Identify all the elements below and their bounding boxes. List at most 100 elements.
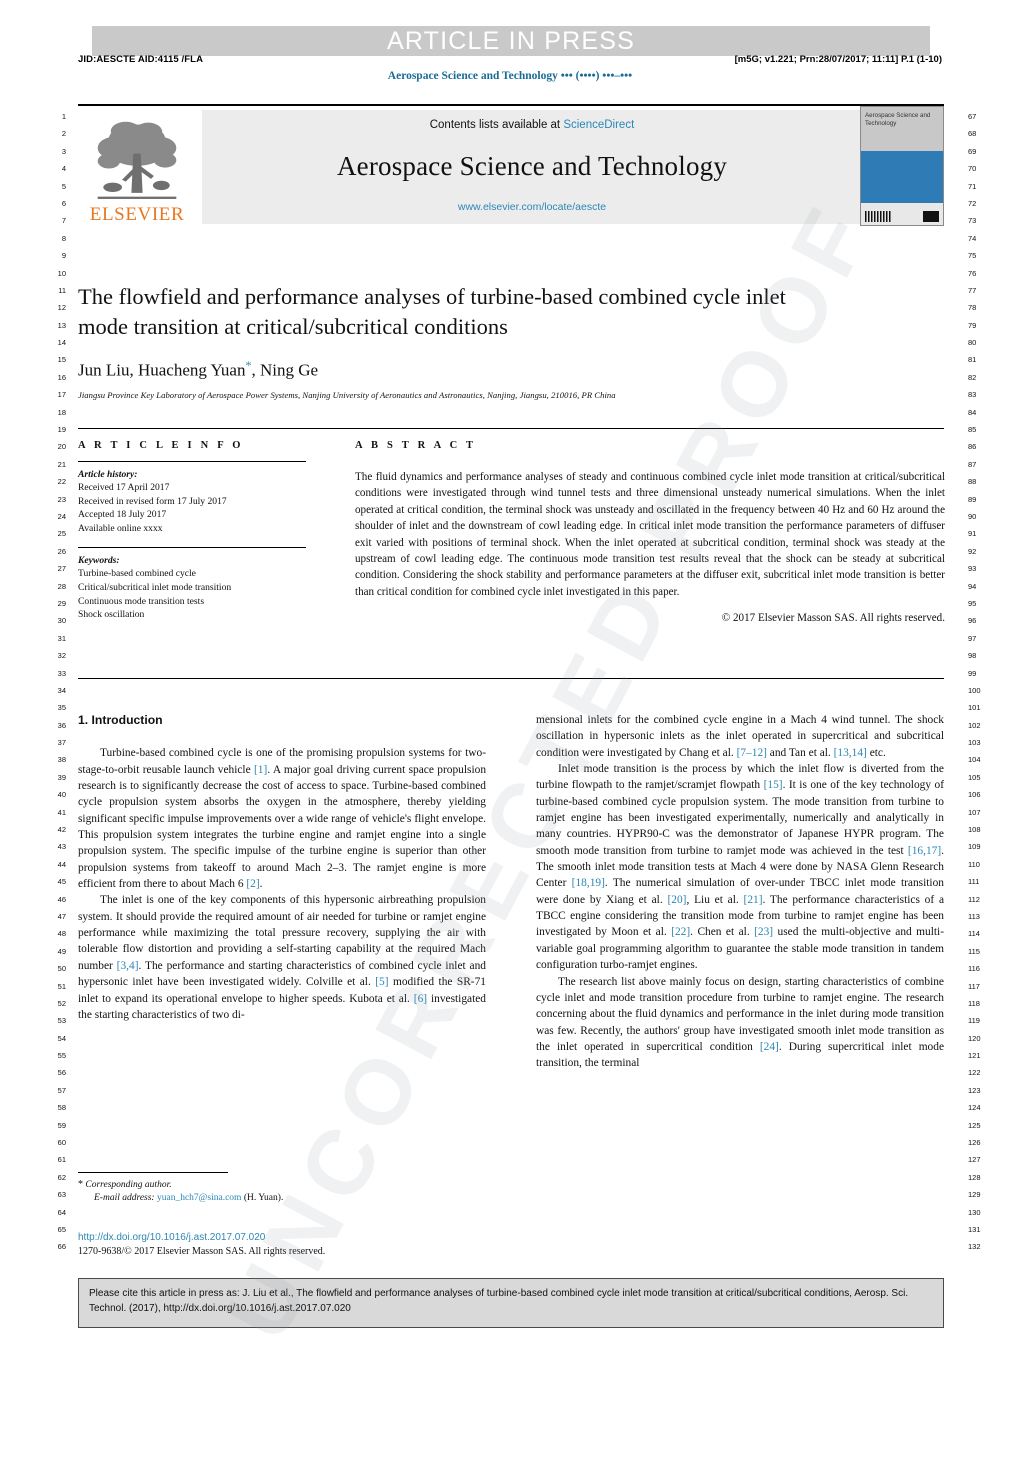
masthead-top-rule bbox=[78, 104, 944, 106]
citation-ref[interactable]: [16,17] bbox=[908, 845, 941, 857]
line-number: 51 bbox=[57, 981, 66, 991]
line-number: 76 bbox=[968, 268, 977, 278]
citation-ref[interactable]: [3,4] bbox=[117, 960, 139, 972]
line-number: 97 bbox=[968, 633, 977, 643]
line-number: 92 bbox=[968, 546, 977, 556]
line-number: 127 bbox=[968, 1155, 981, 1165]
author-names-tail: , Ning Ge bbox=[251, 360, 319, 380]
line-number: 90 bbox=[968, 511, 977, 521]
citation-ref[interactable]: [20] bbox=[667, 894, 686, 906]
doi-link[interactable]: http://dx.doi.org/10.1016/j.ast.2017.07.… bbox=[78, 1232, 265, 1243]
line-number: 88 bbox=[968, 477, 977, 487]
line-numbers-right: 67 68 69 70 71 72 73 74 75 76 77 78 79 80 81 82 83 84 85 86… bbox=[968, 108, 988, 1256]
line-number: 15 bbox=[57, 355, 66, 365]
line-number: 37 bbox=[57, 738, 66, 748]
line-number: 5 bbox=[61, 181, 66, 191]
line-number: 72 bbox=[968, 198, 977, 208]
keyword-item: Turbine-based combined cycle bbox=[78, 568, 196, 580]
article-in-press-label: ARTICLE IN PRESS bbox=[387, 26, 635, 55]
line-number: 77 bbox=[968, 285, 977, 295]
line-number: 110 bbox=[968, 859, 980, 869]
line-number: 84 bbox=[968, 407, 977, 417]
cover-footer-band bbox=[861, 203, 943, 225]
line-number: 114 bbox=[968, 929, 980, 939]
elsevier-tree-icon bbox=[97, 121, 177, 199]
line-number: 63 bbox=[57, 1190, 66, 1200]
line-number: 64 bbox=[57, 1207, 66, 1217]
author-list: Jun Liu, Huacheng Yuan*, Ning Ge bbox=[78, 358, 944, 381]
body-paragraph: Inlet mode transition is the process by … bbox=[536, 761, 944, 973]
citation-ref[interactable]: [7–12] bbox=[737, 747, 767, 759]
author-email-link[interactable]: yuan_hch7@sina.com bbox=[157, 1193, 241, 1203]
paragraph-text: etc. bbox=[866, 746, 886, 759]
elsevier-logo: ELSEVIER bbox=[78, 110, 196, 226]
cover-logo-block bbox=[923, 211, 939, 222]
line-number: 44 bbox=[57, 859, 66, 869]
line-number: 118 bbox=[968, 998, 980, 1008]
article-in-press-banner: ARTICLE IN PRESS bbox=[92, 26, 930, 56]
corresponding-author-note: * Corresponding author. bbox=[78, 1178, 498, 1192]
abstract-text: The fluid dynamics and performance analy… bbox=[355, 471, 945, 598]
line-number: 108 bbox=[968, 825, 981, 835]
journal-cover-thumbnail: Aerospace Science and Technology bbox=[860, 106, 944, 226]
line-number: 7 bbox=[61, 216, 66, 226]
citation-ref[interactable]: [6] bbox=[414, 993, 427, 1005]
line-number: 41 bbox=[57, 807, 66, 817]
article-info-heading: A R T I C L E I N F O bbox=[78, 440, 244, 451]
line-number: 52 bbox=[57, 998, 66, 1008]
line-number: 83 bbox=[968, 390, 977, 400]
line-number: 26 bbox=[57, 546, 66, 556]
citation-ref[interactable]: [1] bbox=[254, 764, 267, 776]
info-section-top-rule bbox=[78, 428, 944, 429]
line-number: 35 bbox=[57, 703, 66, 713]
line-number: 115 bbox=[968, 946, 980, 956]
line-number: 16 bbox=[57, 372, 66, 382]
line-number: 3 bbox=[61, 146, 66, 156]
line-numbers-left: 1 2 3 4 5 6 7 8 9 10 11 12 13 14 15 16 17 18 19 20 21 22 23 24 2… bbox=[46, 108, 66, 1256]
abstract-copyright: © 2017 Elsevier Masson SAS. All rights r… bbox=[721, 612, 945, 625]
citation-ref[interactable]: [5] bbox=[375, 976, 388, 988]
line-number: 22 bbox=[57, 477, 66, 487]
line-number: 106 bbox=[968, 790, 981, 800]
line-number: 12 bbox=[57, 303, 66, 313]
corresponding-author-text: Corresponding author. bbox=[85, 1180, 172, 1190]
line-number: 36 bbox=[57, 720, 66, 730]
line-number: 96 bbox=[968, 616, 977, 626]
line-number: 119 bbox=[968, 1016, 980, 1026]
body-paragraph: Turbine-based combined cycle is one of t… bbox=[78, 745, 486, 892]
line-number: 61 bbox=[57, 1155, 66, 1165]
line-number: 9 bbox=[61, 251, 66, 261]
line-number: 85 bbox=[968, 425, 977, 435]
citation-ref[interactable]: [23] bbox=[754, 926, 773, 938]
sciencedirect-link[interactable]: ScienceDirect bbox=[563, 119, 634, 131]
line-number: 68 bbox=[968, 129, 977, 139]
line-number: 122 bbox=[968, 1068, 981, 1078]
body-paragraph: The inlet is one of the key components o… bbox=[78, 892, 486, 1023]
line-number: 78 bbox=[968, 303, 977, 313]
title-block: The flowfield and performance analyses o… bbox=[78, 282, 944, 400]
citation-ref[interactable]: [18,19] bbox=[572, 877, 605, 889]
journal-homepage-url[interactable]: www.elsevier.com/locate/aescte bbox=[458, 201, 606, 213]
history-available-online: Available online xxxx bbox=[78, 522, 163, 534]
line-number: 54 bbox=[57, 1033, 66, 1043]
line-number: 13 bbox=[57, 320, 66, 330]
info-section-bottom-rule bbox=[78, 678, 944, 679]
line-number: 91 bbox=[968, 529, 977, 539]
citation-ref[interactable]: [21] bbox=[744, 894, 763, 906]
line-number: 53 bbox=[57, 1016, 66, 1026]
citation-ref[interactable]: [24] bbox=[760, 1041, 779, 1053]
line-number: 56 bbox=[57, 1068, 66, 1078]
citation-ref[interactable]: [13,14] bbox=[834, 747, 867, 759]
line-number: 109 bbox=[968, 842, 981, 852]
line-number: 6 bbox=[61, 198, 66, 208]
contents-available-line: Contents lists available at ScienceDirec… bbox=[430, 119, 635, 131]
citation-ref[interactable]: [15] bbox=[764, 779, 783, 791]
line-number: 74 bbox=[968, 233, 977, 243]
body-column-left: 1. Introduction Turbine-based combined c… bbox=[78, 712, 486, 1182]
line-number: 99 bbox=[968, 668, 977, 678]
line-number: 60 bbox=[57, 1138, 66, 1148]
citation-ref[interactable]: [2] bbox=[246, 878, 259, 890]
footnote-rule bbox=[78, 1172, 228, 1173]
citation-ref[interactable]: [22] bbox=[671, 926, 690, 938]
line-number: 33 bbox=[57, 668, 66, 678]
